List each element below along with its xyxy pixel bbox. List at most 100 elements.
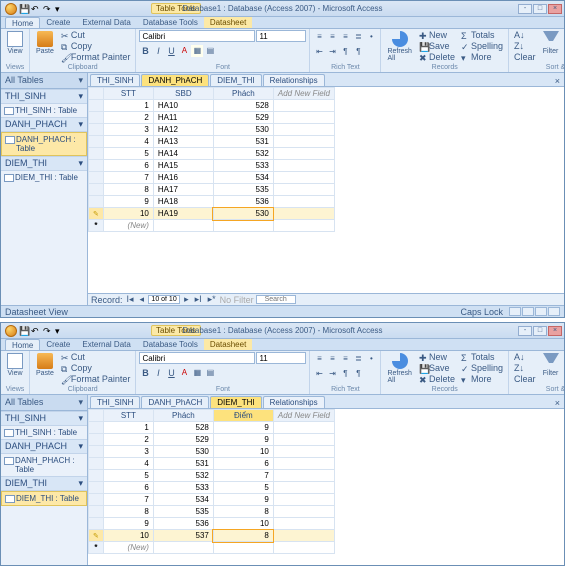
close-tab-button[interactable]: × <box>551 398 564 408</box>
cell-phach[interactable]: 534 <box>213 172 273 184</box>
col-header-phach[interactable]: Phách <box>213 88 273 100</box>
filter-button[interactable]: Filter <box>540 30 562 56</box>
cell-stt[interactable]: 7 <box>103 494 153 506</box>
cell-phach[interactable]: 535 <box>153 506 213 518</box>
table-row[interactable]: 1HA10528 <box>89 100 335 112</box>
format-painter-button[interactable]: 🖌Format Painter <box>59 374 133 384</box>
row-selector[interactable] <box>89 542 104 554</box>
cell-stt[interactable]: 9 <box>103 196 153 208</box>
refresh-all-button[interactable]: Refresh All <box>384 30 415 63</box>
cell-sbd[interactable]: HA15 <box>153 160 213 172</box>
doc-tab-thi-sinh[interactable]: THI_SINH <box>90 74 140 86</box>
cell-phach[interactable]: 531 <box>213 136 273 148</box>
row-selector[interactable] <box>89 458 104 470</box>
cell-empty[interactable] <box>273 100 334 112</box>
table-row[interactable]: 3HA12530 <box>89 124 335 136</box>
datasheet-view-button[interactable] <box>509 307 521 316</box>
cell-empty[interactable] <box>273 434 334 446</box>
office-button[interactable] <box>5 325 17 337</box>
maximize-button[interactable]: □ <box>533 326 547 336</box>
nav-group-header[interactable]: DANH_PHACH▾ <box>1 117 87 132</box>
nav-item[interactable]: THI_SINH : Table <box>1 426 87 439</box>
cell-empty[interactable] <box>273 184 334 196</box>
copy-button[interactable]: ⧉Copy <box>59 41 133 51</box>
clear-sort-button[interactable]: Clear <box>512 52 538 62</box>
font-size-combo[interactable] <box>256 30 306 42</box>
tab-create[interactable]: Create <box>40 339 76 350</box>
cell-sbd[interactable]: HA16 <box>153 172 213 184</box>
new-record-button[interactable]: ✚New <box>417 30 457 40</box>
row-selector[interactable] <box>89 518 104 530</box>
more-button[interactable]: ▾More <box>459 52 505 62</box>
nav-item[interactable]: DIEM_THI : Table <box>1 171 87 184</box>
cell-empty[interactable] <box>273 482 334 494</box>
save-record-button[interactable]: 💾Save <box>417 41 457 51</box>
row-selector[interactable] <box>89 470 104 482</box>
cell-empty[interactable] <box>273 124 334 136</box>
gridlines-button[interactable]: ▤ <box>204 45 216 57</box>
table-row[interactable]: 9HA18536 <box>89 196 335 208</box>
close-button[interactable]: × <box>548 4 562 14</box>
decrease-indent-button[interactable]: ⇤ <box>313 46 325 58</box>
minimize-button[interactable]: - <box>518 326 532 336</box>
align-left-button[interactable]: ≡ <box>313 31 325 43</box>
cell-phach[interactable]: 532 <box>213 148 273 160</box>
rtl-button[interactable]: ¶ <box>352 46 364 58</box>
cell-stt[interactable]: 10 <box>103 530 153 542</box>
cell-diem[interactable]: 8 <box>213 530 273 542</box>
undo-icon[interactable]: ↶ <box>31 326 41 336</box>
cell-phach[interactable]: 531 <box>153 458 213 470</box>
col-header-phach[interactable]: Phách <box>153 410 213 422</box>
col-header-sbd[interactable]: SBD <box>153 88 213 100</box>
cell-stt[interactable]: 9 <box>103 518 153 530</box>
row-selector[interactable] <box>89 220 104 232</box>
cell-sbd[interactable]: HA10 <box>153 100 213 112</box>
cell-sbd[interactable]: HA18 <box>153 196 213 208</box>
doc-tab-danh-phach[interactable]: DANH_PhACH <box>141 396 209 408</box>
table-row[interactable]: 8HA17535 <box>89 184 335 196</box>
underline-button[interactable]: U <box>165 367 177 379</box>
cell-stt[interactable]: 4 <box>103 458 153 470</box>
cell-new[interactable]: (New) <box>103 542 153 554</box>
cell-sbd[interactable]: HA11 <box>153 112 213 124</box>
cell-phach[interactable]: 530 <box>153 446 213 458</box>
cell-phach[interactable]: 533 <box>153 482 213 494</box>
row-selector[interactable] <box>89 434 104 446</box>
tab-home[interactable]: Home <box>5 17 40 28</box>
first-record-button[interactable]: I◂ <box>125 294 136 305</box>
cell-stt[interactable]: 6 <box>103 160 153 172</box>
cell-diem[interactable]: 9 <box>213 494 273 506</box>
nav-item[interactable]: THI_SINH : Table <box>1 104 87 117</box>
col-header-stt[interactable]: STT <box>103 410 153 422</box>
delete-record-button[interactable]: ✖Delete <box>417 52 457 62</box>
cell-stt[interactable]: 3 <box>103 446 153 458</box>
table-row[interactable]: 953610 <box>89 518 335 530</box>
cell-diem[interactable]: 6 <box>213 458 273 470</box>
row-selector[interactable] <box>89 482 104 494</box>
cell-new[interactable]: (New) <box>103 220 153 232</box>
tab-external-data[interactable]: External Data <box>76 339 136 350</box>
cell-diem[interactable]: 9 <box>213 434 273 446</box>
cell-phach[interactable]: 534 <box>153 494 213 506</box>
cell-phach[interactable]: 536 <box>153 518 213 530</box>
italic-button[interactable]: I <box>152 45 164 57</box>
cell-empty[interactable] <box>273 136 334 148</box>
cell-empty[interactable] <box>273 446 334 458</box>
pivot-chart-view-button[interactable] <box>535 307 547 316</box>
cell-diem[interactable]: 5 <box>213 482 273 494</box>
nav-item[interactable]: DANH_PHACH : Table <box>1 454 87 476</box>
cell-phach[interactable]: 528 <box>213 100 273 112</box>
redo-icon[interactable]: ↷ <box>43 326 53 336</box>
cell-empty[interactable] <box>273 530 334 542</box>
cell-empty[interactable] <box>273 196 334 208</box>
tab-create[interactable]: Create <box>40 17 76 28</box>
ltr-button[interactable]: ¶ <box>339 46 351 58</box>
tab-datasheet[interactable]: Datasheet <box>204 339 252 350</box>
maximize-button[interactable]: □ <box>533 4 547 14</box>
cell-stt[interactable]: 3 <box>103 124 153 136</box>
cell-empty[interactable] <box>273 494 334 506</box>
cell-stt[interactable]: 5 <box>103 148 153 160</box>
cell-diem[interactable]: 7 <box>213 470 273 482</box>
cell-empty[interactable] <box>273 458 334 470</box>
doc-tab-thi-sinh[interactable]: THI_SINH <box>90 396 140 408</box>
